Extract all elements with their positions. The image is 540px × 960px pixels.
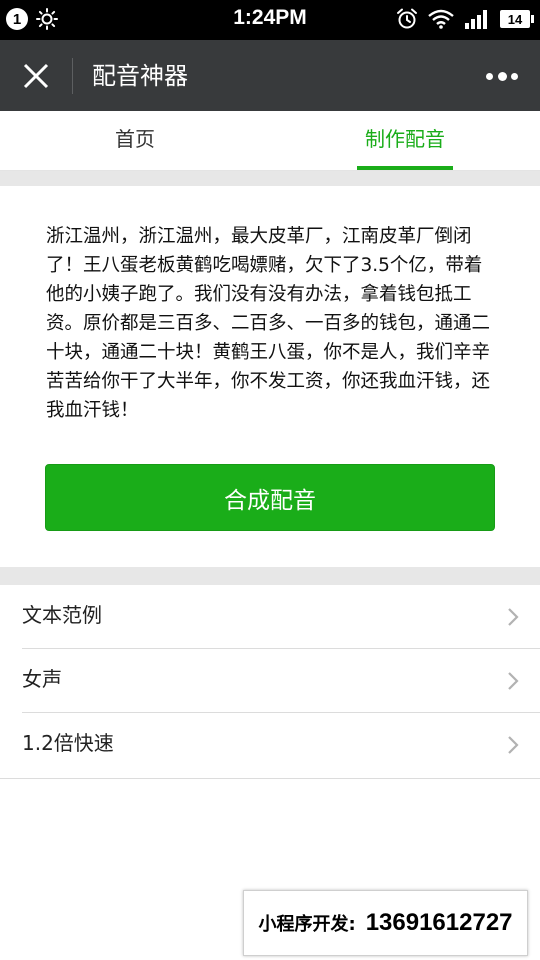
list-item-label: 女声 [22,667,62,691]
list-item-speed[interactable]: 1.2倍快速 [22,713,540,777]
wifi-icon [428,9,454,29]
chevron-right-icon [508,672,519,690]
section-separator [0,171,540,186]
status-bar: 1 1:24PM 14 [0,0,540,40]
chevron-right-icon [508,608,519,626]
signal-icon [465,10,487,29]
dubbing-text[interactable]: 浙江温州，浙江温州，最大皮革厂，江南皮革厂倒闭了！王八蛋老板黄鹤吃喝嫖赌，欠下了… [46,222,498,425]
nav-divider [72,58,73,94]
chevron-right-icon [508,736,519,754]
navigation-bar: 配音神器 [0,40,540,111]
tab-home[interactable]: 首页 [0,111,270,171]
section-separator [0,567,540,585]
alarm-icon [397,8,417,29]
promo-phone: 13691612727 [365,909,513,936]
list-bottom-border [0,778,540,779]
tab-bar: 首页 制作配音 [0,111,540,171]
tab-make-dubbing[interactable]: 制作配音 [270,111,540,171]
close-icon[interactable] [20,60,52,92]
more-icon[interactable] [486,66,518,86]
active-tab-indicator [357,166,453,170]
list-item-label: 文本范例 [22,603,102,627]
list-item-text-example[interactable]: 文本范例 [22,585,540,649]
more-dot [511,72,518,80]
synthesize-button[interactable]: 合成配音 [45,464,495,531]
settings-list: 文本范例 女声 1.2倍快速 [0,585,540,777]
battery-indicator: 14 [500,10,534,28]
list-item-voice[interactable]: 女声 [22,649,540,713]
status-right: 14 [396,8,534,30]
page-title: 配音神器 [92,62,188,90]
dubbing-panel: 浙江温州，浙江温州，最大皮革厂，江南皮革厂倒闭了！王八蛋老板黄鹤吃喝嫖赌，欠下了… [0,186,540,567]
more-dot [486,72,493,80]
list-item-label: 1.2倍快速 [22,731,114,755]
promo-banner: 小程序开发: 13691612727 [243,890,528,956]
promo-label: 小程序开发: [258,914,356,935]
more-dot [497,71,507,81]
